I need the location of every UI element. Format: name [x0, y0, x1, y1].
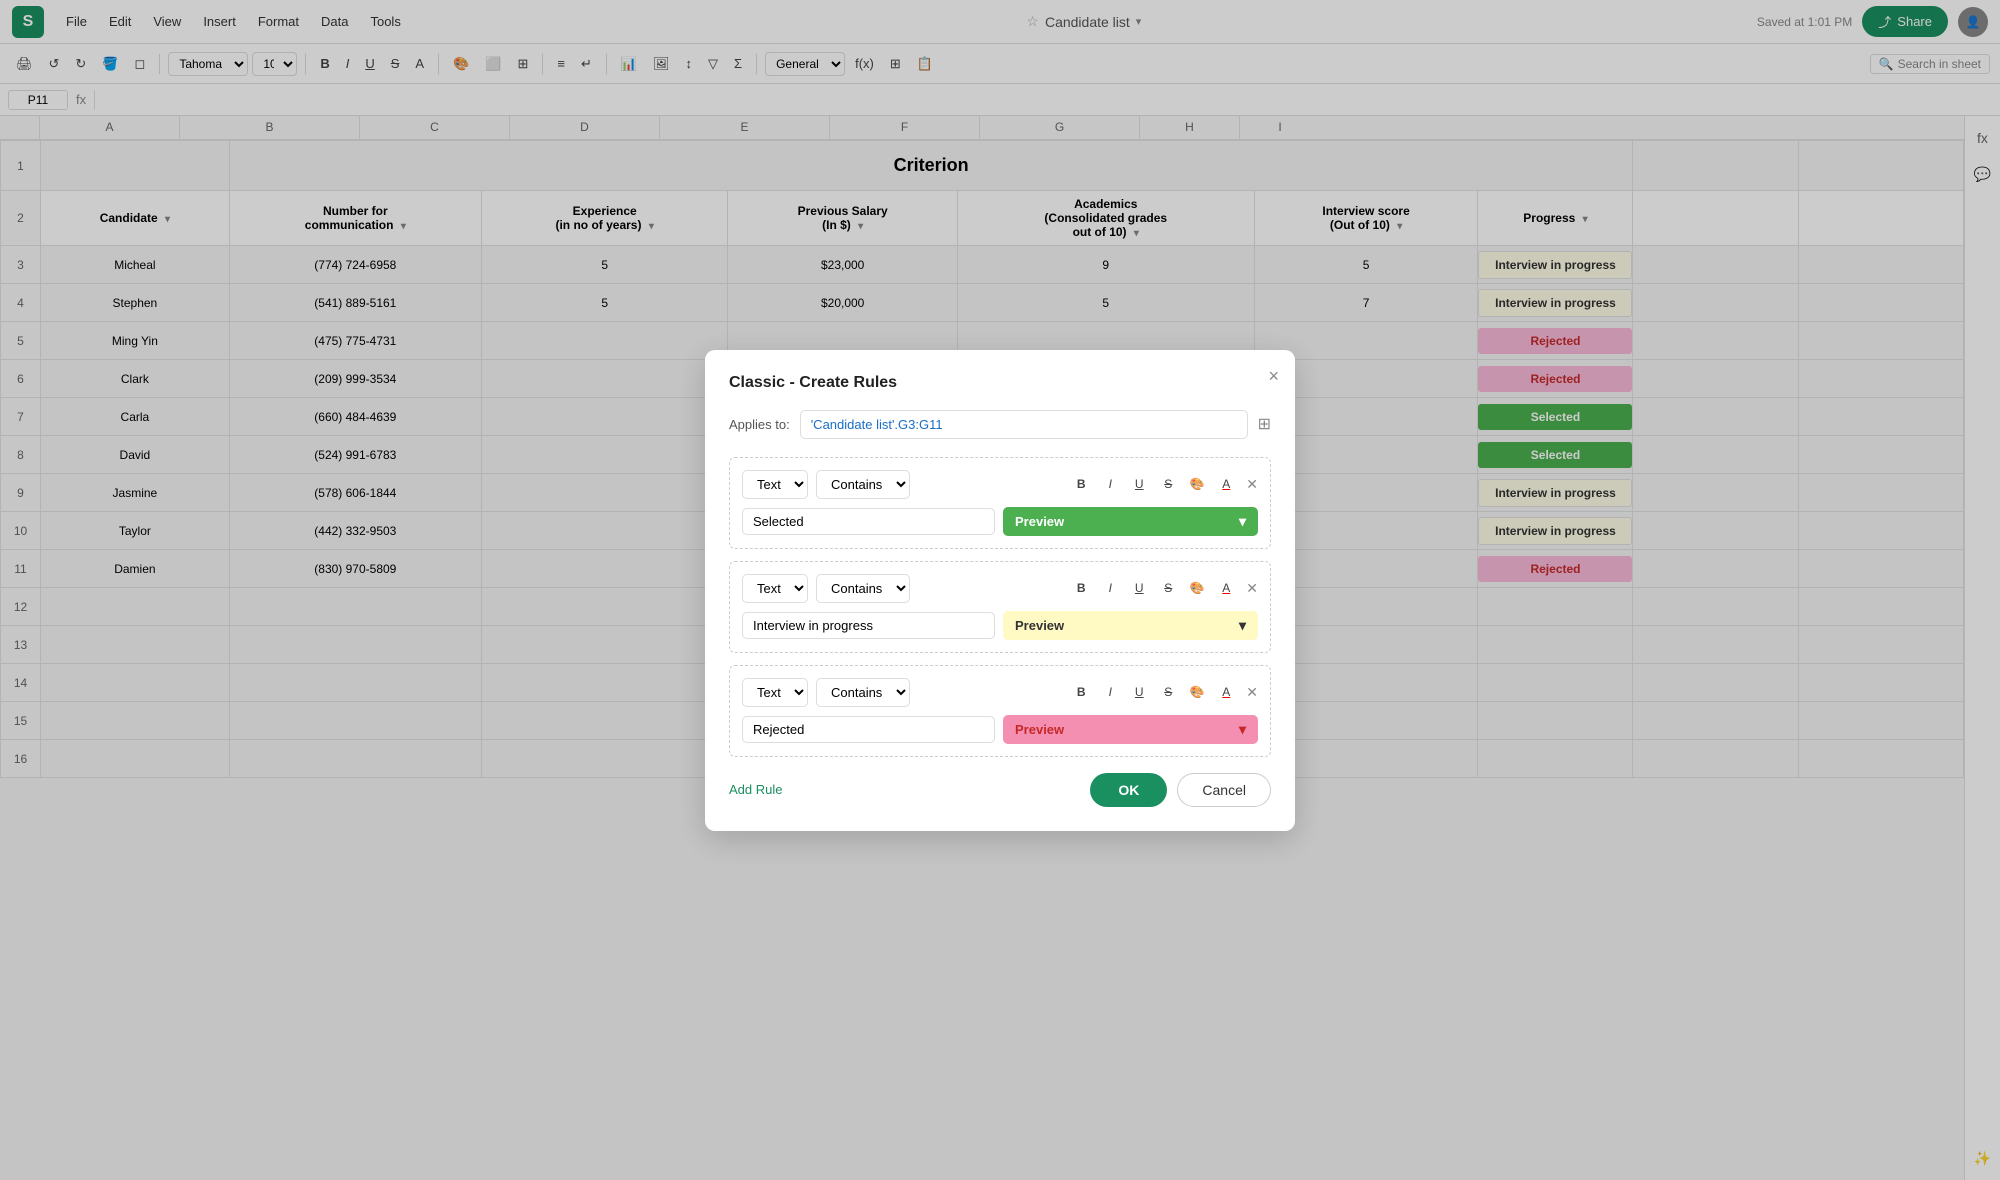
rule-2-preview-chevron: ▾	[1239, 617, 1246, 634]
modal-title: Classic - Create Rules	[729, 374, 1271, 392]
rule-3-strike-btn[interactable]: S	[1155, 679, 1181, 705]
modal-close-button[interactable]: ×	[1268, 366, 1279, 387]
rule-1-type-select[interactable]: Text	[742, 470, 808, 499]
rule-3-delete-btn[interactable]: ✕	[1246, 684, 1258, 701]
rule-1-strike-btn[interactable]: S	[1155, 471, 1181, 497]
rule-1-underline-btn[interactable]: U	[1126, 471, 1152, 497]
rule-2-type-select[interactable]: Text	[742, 574, 808, 603]
rule-3-type-select[interactable]: Text	[742, 678, 808, 707]
grid-select-icon[interactable]: ⊞	[1258, 414, 1271, 434]
rule-1-preview-button[interactable]: Preview ▾	[1003, 507, 1258, 536]
rule-3-font-color-btn[interactable]: A	[1213, 679, 1239, 705]
rule-2-strike-btn[interactable]: S	[1155, 575, 1181, 601]
rule-3-bold-btn[interactable]: B	[1068, 679, 1094, 705]
rule-2-condition-select[interactable]: Contains	[816, 574, 910, 603]
rule-2-controls: Text Contains B I U S 🎨 A ✕	[742, 574, 1258, 603]
footer-buttons: OK Cancel	[1090, 773, 1271, 807]
applies-range-input[interactable]	[800, 410, 1248, 439]
rule-1-bottom: Preview ▾	[742, 507, 1258, 536]
ok-button[interactable]: OK	[1090, 773, 1167, 807]
applies-label: Applies to:	[729, 417, 790, 432]
rule-2-font-color-btn[interactable]: A	[1213, 575, 1239, 601]
rule-row-2: Text Contains B I U S 🎨 A ✕ Prev	[729, 561, 1271, 653]
rule-1-font-color-btn[interactable]: A	[1213, 471, 1239, 497]
rule-1-delete-btn[interactable]: ✕	[1246, 476, 1258, 493]
cancel-button[interactable]: Cancel	[1177, 773, 1271, 807]
rule-3-format-toolbar: B I U S 🎨 A ✕	[1068, 679, 1258, 705]
create-rules-modal: Classic - Create Rules × Applies to: ⊞ T…	[705, 350, 1295, 831]
rule-3-fill-btn[interactable]: 🎨	[1184, 679, 1210, 705]
rule-2-fill-btn[interactable]: 🎨	[1184, 575, 1210, 601]
applies-to-row: Applies to: ⊞	[729, 410, 1271, 439]
rule-row-1: Text Contains B I U S 🎨 A ✕ Prev	[729, 457, 1271, 549]
rule-3-condition-select[interactable]: Contains	[816, 678, 910, 707]
rule-2-bold-btn[interactable]: B	[1068, 575, 1094, 601]
rule-1-preview-chevron: ▾	[1239, 513, 1246, 530]
rule-2-format-toolbar: B I U S 🎨 A ✕	[1068, 575, 1258, 601]
rule-3-underline-btn[interactable]: U	[1126, 679, 1152, 705]
rule-1-condition-select[interactable]: Contains	[816, 470, 910, 499]
rule-2-preview-button[interactable]: Preview ▾	[1003, 611, 1258, 640]
rule-3-italic-btn[interactable]: I	[1097, 679, 1123, 705]
rule-row-3: Text Contains B I U S 🎨 A ✕ Prev	[729, 665, 1271, 757]
rule-3-controls: Text Contains B I U S 🎨 A ✕	[742, 678, 1258, 707]
modal-footer: Add Rule OK Cancel	[729, 773, 1271, 807]
rule-3-preview-button[interactable]: Preview ▾	[1003, 715, 1258, 744]
add-rule-link[interactable]: Add Rule	[729, 782, 782, 797]
rule-3-preview-chevron: ▾	[1239, 721, 1246, 738]
rule-2-underline-btn[interactable]: U	[1126, 575, 1152, 601]
rule-2-delete-btn[interactable]: ✕	[1246, 580, 1258, 597]
rule-1-italic-btn[interactable]: I	[1097, 471, 1123, 497]
rule-2-value-input[interactable]	[742, 612, 995, 639]
rule-3-bottom: Preview ▾	[742, 715, 1258, 744]
rule-2-bottom: Preview ▾	[742, 611, 1258, 640]
rule-1-value-input[interactable]	[742, 508, 995, 535]
rule-1-fill-btn[interactable]: 🎨	[1184, 471, 1210, 497]
rule-1-bold-btn[interactable]: B	[1068, 471, 1094, 497]
rule-2-italic-btn[interactable]: I	[1097, 575, 1123, 601]
rule-1-format-toolbar: B I U S 🎨 A ✕	[1068, 471, 1258, 497]
rule-1-controls: Text Contains B I U S 🎨 A ✕	[742, 470, 1258, 499]
rule-3-value-input[interactable]	[742, 716, 995, 743]
modal-overlay: Classic - Create Rules × Applies to: ⊞ T…	[0, 0, 2000, 1180]
